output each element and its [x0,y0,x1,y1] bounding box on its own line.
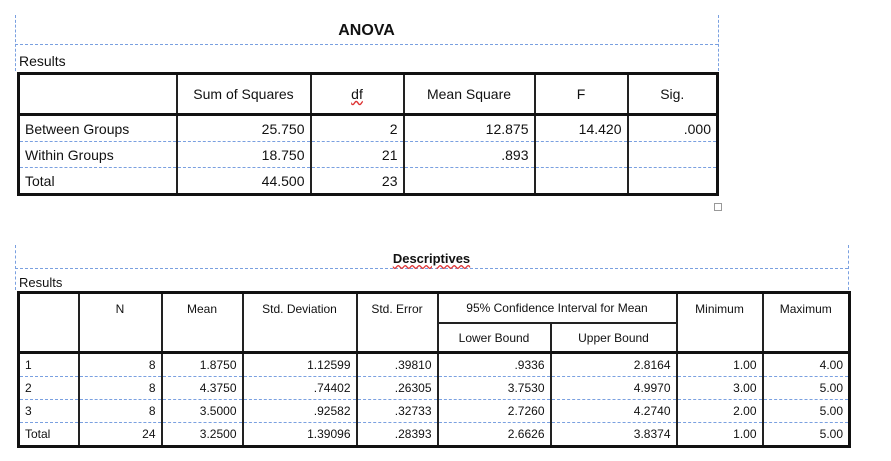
cell: 12.875 [402,113,535,142]
cell [626,141,718,168]
header-cell: Sig. [626,73,718,115]
cell: 8 [77,399,162,423]
table-row: Total 24 3.2500 1.39096.28393 2.6626 3.8374 1.… [18,422,850,447]
cell: 8 [77,351,162,377]
cell [533,167,628,195]
table-row: Within Groups 18.750 21 .893 [18,141,718,168]
cell: 23 [309,167,404,195]
table-header-row: N Mean Std. Deviation Std. Error 95% Con… [19,292,850,353]
cell [626,167,718,195]
row-label: 1 [18,351,79,377]
cell: 3.2500 [160,422,243,447]
header-cell: df [309,73,404,115]
cell: 24 [77,422,162,447]
cell: 3.5000 [160,399,243,423]
cell: .39810 [355,351,438,377]
cell: .000 [626,113,718,142]
header-cell: Minimum [675,292,763,353]
descriptives-subtitle: Results [19,275,63,290]
anova-title: ANOVA [338,22,395,39]
cell [533,141,628,168]
cell [402,167,535,195]
header-cell: N [77,292,162,353]
row-label: Within Groups [18,141,177,168]
table-row: 3 8 3.5000.92582.32733 2.7260 4.2740 2.00 5.00 [18,399,850,423]
header-cell [19,293,79,353]
cell: .74402 [241,376,357,400]
header-cell: 95% Confidence Interval for Mean [436,292,677,324]
table-header-row: Sum of Squares df Mean Square F Sig. [19,73,718,115]
header-cell: Mean [160,292,243,353]
cell: 44.500 [175,167,311,195]
header-cell: Maximum [761,292,850,353]
cell: 1.00 [675,351,763,377]
cell: 25.750 [175,113,311,142]
frame-border [15,44,718,45]
anova-subtitle: Results [19,53,66,69]
cell: 5.00 [761,399,850,423]
row-label: 3 [18,399,79,423]
row-label: 2 [18,376,79,400]
header-cell [19,74,177,115]
frame-border [718,15,719,71]
frame-border [15,268,848,269]
cell: 4.9970 [549,376,677,400]
header-cell: Mean Square [402,73,535,115]
cell: 2.6626 [436,422,551,447]
cell: 3.00 [675,376,763,400]
cell: 4.00 [761,351,850,377]
header-cell: Lower Bound [436,323,551,353]
cell: .893 [402,141,535,168]
table-row: Total 44.500 23 [18,167,718,195]
header-cell: F [533,73,628,115]
frame-border [848,245,849,290]
cell: 2.00 [675,399,763,423]
cell: 2.8164 [549,351,677,377]
descriptives-table: N Mean Std. Deviation Std. Error 95% Con… [17,291,851,448]
descriptives-title: Descriptives [392,251,471,266]
row-label: Total [18,422,79,447]
cell: 4.3750 [160,376,243,400]
cell: 4.2740 [549,399,677,423]
cell: 2.7260 [436,399,551,423]
header-cell: Upper Bound [549,323,677,353]
cell: 2 [309,113,404,142]
cell: 5.00 [761,376,850,400]
cell: .9336 [436,351,551,377]
cell: 14.420 [533,113,628,142]
cell: .32733 [355,399,438,423]
cell: 3.8374 [549,422,677,447]
cell: 3.7530 [436,376,551,400]
cell: .28393 [355,422,438,447]
row-label: Total [18,167,177,195]
cell: 5.00 [761,422,850,447]
row-label: Between Groups [18,113,177,142]
cell: .26305 [355,376,438,400]
header-cell: Std. Error [355,292,438,353]
table-row: Between Groups 25.750 2 12.875 14.420 .0… [18,113,718,142]
cell: 1.00 [675,422,763,447]
cell: 8 [77,376,162,400]
resize-handle[interactable] [714,203,722,211]
cell: 1.8750 [160,351,243,377]
table-row: 1 8 1.8750 1.12599.39810.9336 2.8164 1.00 4.00 [18,351,850,377]
table-row: 2 8 4.3750.74402.26305 3.7530 4.9970 3.00 5.00 [18,376,850,400]
cell: 21 [309,141,404,168]
anova-table: Sum of Squares df Mean Square F Sig. Bet… [17,72,719,196]
header-cell: Std. Deviation [241,292,357,353]
cell: 18.750 [175,141,311,168]
cell: 1.39096 [241,422,357,447]
cell: .92582 [241,399,357,423]
cell: 1.12599 [241,351,357,377]
header-cell: Sum of Squares [175,73,311,115]
